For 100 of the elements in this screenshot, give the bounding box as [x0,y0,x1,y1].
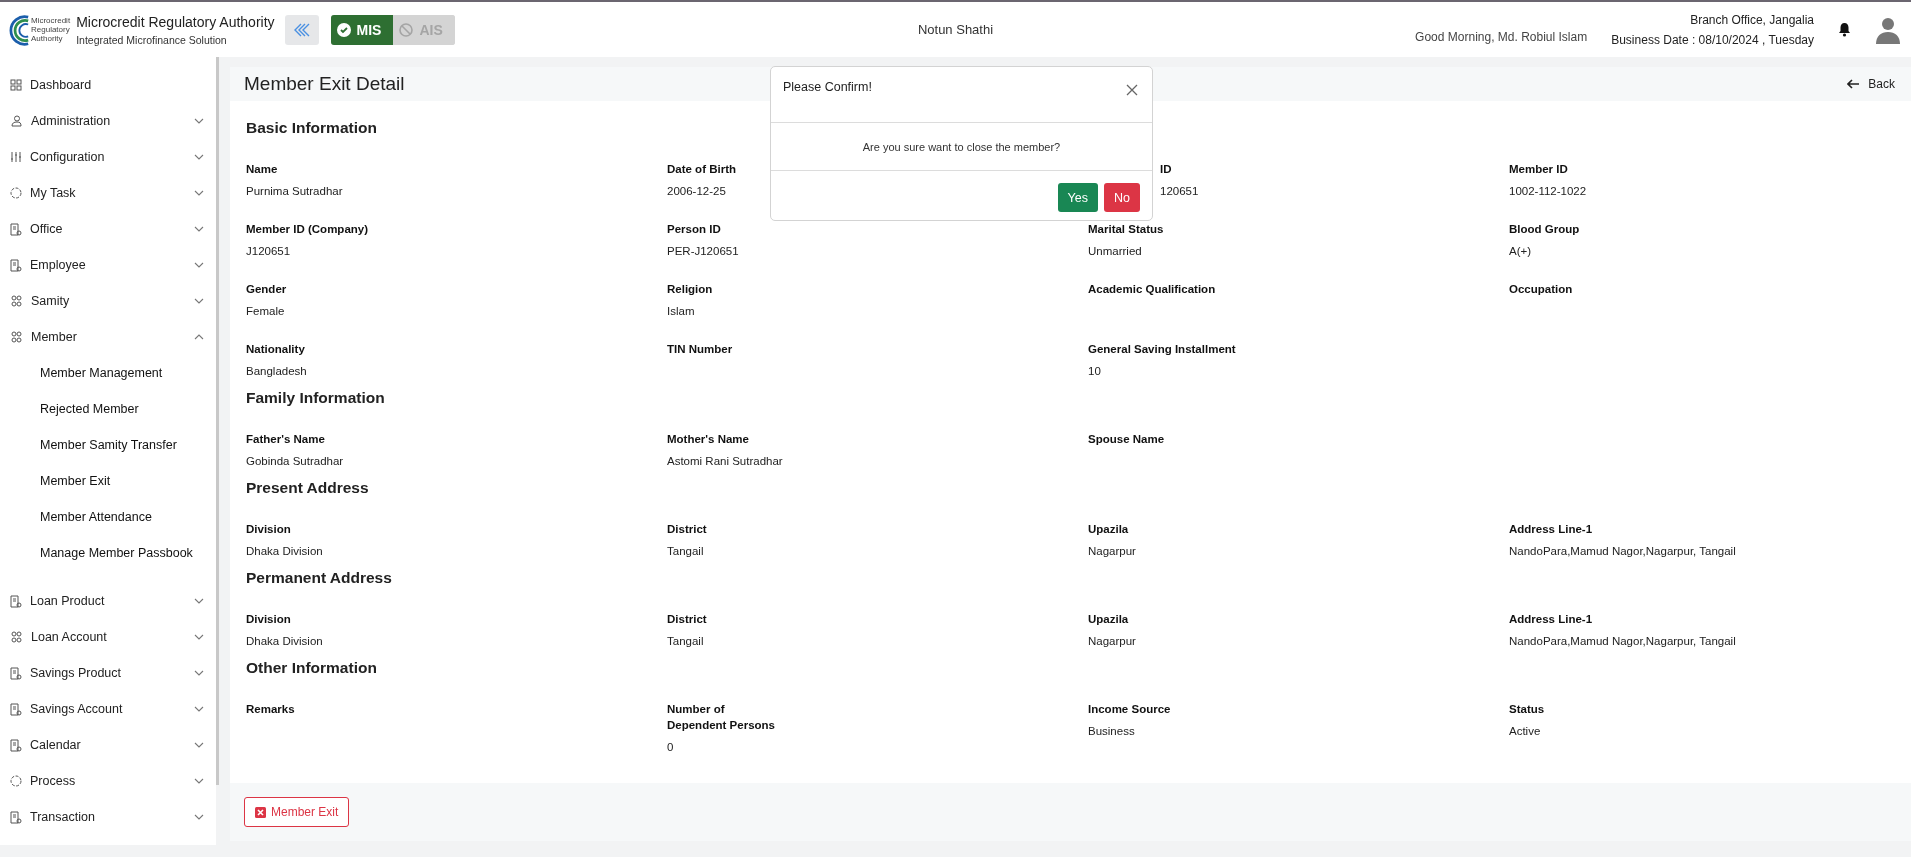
sidebar-subitem[interactable]: Manage Member Passbook [0,535,216,571]
field-label: Member ID (Company) [246,222,369,237]
field-label: TIN Number [667,342,733,357]
page-title: Member Exit Detail [244,73,405,95]
cancel-button[interactable]: No [1104,183,1140,212]
field-label: ID [1160,162,1172,177]
field-label: Division [246,612,291,627]
dialog-title: Please Confirm! [783,80,872,94]
refresh-icon [10,775,22,787]
sidebar-item[interactable]: Dashboard [0,67,216,103]
sidebar-item[interactable]: Samity [0,283,216,319]
sidebar-item[interactable]: Member [0,319,216,355]
back-link[interactable]: Back [1847,77,1895,91]
user-icon [10,115,23,127]
field-label: Marital Status [1088,222,1164,237]
field-value: A(+) [1509,244,1532,259]
org-subtitle: Integrated Microfinance Solution [76,33,228,46]
logo-text: Regulatory [31,25,71,34]
chevron-down-icon [194,262,204,268]
sidebar-item[interactable]: Employee [0,247,216,283]
section-title: Basic Information [246,119,378,137]
users-icon [10,295,23,307]
field-label: Status [1509,702,1545,717]
field-label: Income Source [1088,702,1171,717]
field-label: Division [246,522,291,537]
field-value: Bangladesh [246,364,307,379]
sidebar-item[interactable]: Configuration [0,139,216,175]
field-value: Female [246,304,285,319]
user-avatar-icon[interactable] [1875,15,1901,44]
sidebar-item[interactable]: Process [0,763,216,799]
collapse-sidebar-button[interactable] [284,14,319,45]
chevron-down-icon [194,778,204,784]
chevron-down-icon [194,598,204,604]
users-icon [10,331,23,343]
refresh-icon [10,187,22,199]
field-label: Address Line-1 [1509,612,1593,627]
sidebar-item[interactable]: Calendar [0,727,216,763]
field-value: 10 [1088,364,1101,379]
close-square-icon [255,806,266,818]
sidebar-item[interactable]: Loan Account [0,619,216,655]
field-label: Gender [246,282,287,297]
sidebar-item[interactable]: Office [0,211,216,247]
document-icon [10,738,22,752]
sidebar-subitem[interactable]: Member Attendance [0,499,216,535]
arrow-left-icon [1847,79,1861,89]
field-value: Nagarpur [1088,634,1136,649]
field-value: Islam [667,304,695,319]
field-label: Upazila [1088,612,1129,627]
field-value: Nagarpur [1088,544,1136,559]
dialog-message: Are you sure want to close the member? [862,140,1061,153]
section-title: Family Information [246,389,386,407]
sidebar-subitem[interactable]: Rejected Member [0,391,216,427]
app-name: Notun Shathi [917,22,994,37]
business-date: Business Date : 08/10/2024 , Tuesday [1611,32,1814,47]
scrollbar[interactable] [216,57,219,785]
field-label: District [667,612,707,627]
module-toggle[interactable]: MIS [330,14,394,45]
field-value: PER-J120651 [667,244,739,259]
chevron-down-icon [194,706,204,712]
notification-bell-icon[interactable] [1838,22,1851,37]
confirm-button[interactable]: Yes [1057,183,1098,212]
field-value: Business [1088,724,1135,739]
field-label: Religion [667,282,713,297]
field-label: Address Line-1 [1509,522,1593,537]
chevron-down-icon [194,226,204,232]
chevron-down-icon [194,298,204,304]
sidebar-subitem[interactable]: Member Management [0,355,216,391]
sidebar-item[interactable]: Loan Product [0,583,216,619]
field-value: Dhaka Division [246,634,323,649]
sidebar-item[interactable]: Transaction [0,799,216,835]
section-title: Other Information [246,659,378,677]
greeting: Good Morning, Md. Robiul Islam [1415,29,1588,44]
document-icon [10,702,22,716]
field-label: District [667,522,707,537]
sidebar-item[interactable]: My Task [0,175,216,211]
sidebar-subitem[interactable]: Member Exit [0,463,216,499]
ban-icon [399,22,414,37]
field-value: Astomi Rani Sutradhar [667,454,783,469]
branch-name: Branch Office, Jangalia [1690,12,1814,27]
member-exit-button[interactable]: Member Exit [244,797,350,827]
section-title: Present Address [246,479,370,497]
field-label: Remarks [246,702,295,717]
chevron-down-icon [194,814,204,820]
field-value: J120651 [246,244,291,259]
section-title: Permanent Address [246,569,393,587]
sidebar-item[interactable]: Savings Product [0,655,216,691]
sidebar-item[interactable]: Savings Account [0,691,216,727]
field-value: 0 [667,740,674,755]
chevron-down-icon [194,154,204,160]
document-icon [10,222,22,236]
document-icon [10,666,22,680]
field-value: 120651 [1160,184,1199,199]
sidebar-subitem[interactable]: Member Samity Transfer [0,427,216,463]
field-value: Active [1509,724,1541,739]
field-value: Purnima Sutradhar [246,184,343,199]
logo-text: Microcredit [31,16,71,25]
sidebar-item[interactable]: Administration [0,103,216,139]
field-label: Member ID [1509,162,1568,177]
field-label: Mother's Name [667,432,749,447]
document-icon [10,810,22,824]
